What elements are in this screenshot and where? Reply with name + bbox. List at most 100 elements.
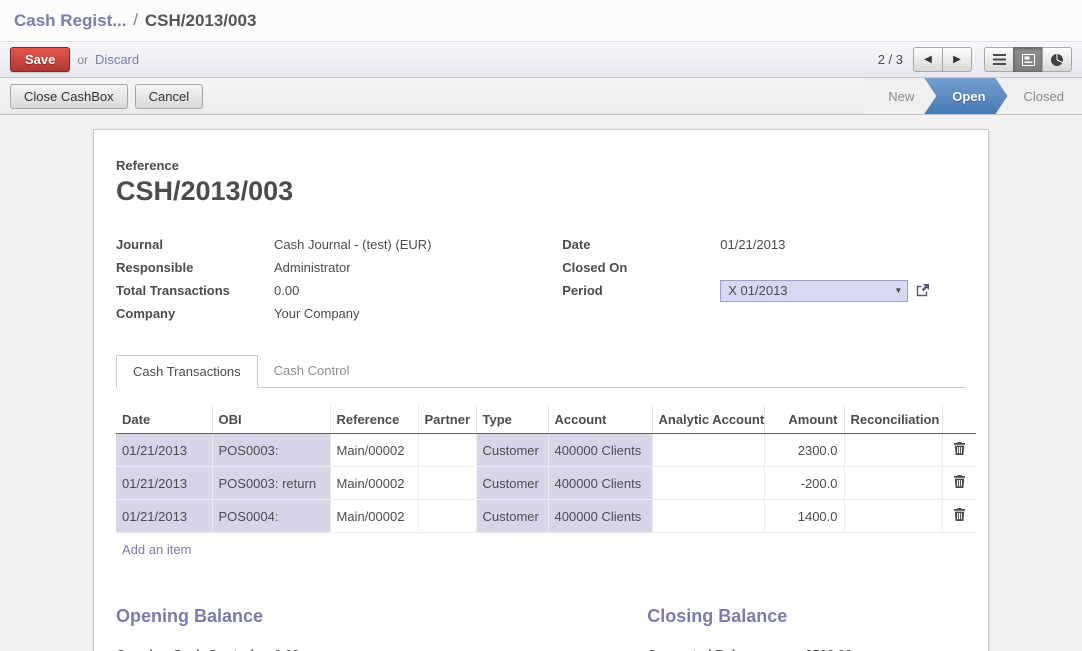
delete-row-button[interactable] xyxy=(954,475,965,491)
cell-obi: POS0003: return xyxy=(212,467,330,500)
journal-value: Cash Journal - (test) (EUR) xyxy=(274,237,431,252)
table-row[interactable]: 01/21/2013 POS0004: Main/00002 Customer … xyxy=(116,500,976,533)
status-step-label: New xyxy=(888,89,914,104)
cell-type: Customer xyxy=(476,434,548,467)
opening-cash-control-label: Opening Cash Control xyxy=(116,647,274,651)
pager-next-button[interactable]: ▶ xyxy=(942,47,972,72)
column-header-reference[interactable]: Reference xyxy=(330,406,418,434)
pager-buttons: ◀ ▶ xyxy=(913,47,972,72)
period-label: Period xyxy=(562,283,720,298)
period-select[interactable]: X 01/2013 ▼ xyxy=(720,280,908,302)
trash-icon xyxy=(954,442,965,455)
field-groups: Journal Cash Journal - (test) (EUR) Resp… xyxy=(116,233,966,325)
cell-reconciliation xyxy=(844,434,942,467)
graph-view-button[interactable] xyxy=(1042,47,1072,72)
breadcrumb-separator: / xyxy=(133,12,137,30)
status-step-label: Open xyxy=(952,89,985,104)
cell-reference: Main/00002 xyxy=(330,500,418,533)
field-company: Company Your Company xyxy=(116,302,562,325)
pie-chart-icon xyxy=(1050,53,1064,67)
responsible-link[interactable]: Administrator xyxy=(274,260,351,275)
breadcrumb-parent-link[interactable]: Cash Regist... xyxy=(14,11,126,31)
list-icon xyxy=(993,54,1006,65)
form-sheet: Reference CSH/2013/003 Journal Cash Jour… xyxy=(93,129,989,651)
list-view-button[interactable] xyxy=(984,47,1014,72)
balances-section: Opening Balance Opening Cash Control 0.0… xyxy=(116,606,966,651)
cell-account: 400000 Clients xyxy=(548,467,652,500)
close-cashbox-button[interactable]: Close CashBox xyxy=(10,84,128,109)
column-header-type[interactable]: Type xyxy=(476,406,548,434)
field-period: Period X 01/2013 ▼ xyxy=(562,279,966,302)
cell-reference: Main/00002 xyxy=(330,467,418,500)
cell-reconciliation xyxy=(844,500,942,533)
statusbar: New Open Closed xyxy=(860,78,1082,114)
cell-obi: POS0004: xyxy=(212,500,330,533)
column-header-amount[interactable]: Amount xyxy=(764,406,844,434)
table-row[interactable]: 01/21/2013 POS0003: Main/00002 Customer … xyxy=(116,434,976,467)
cell-reconciliation xyxy=(844,467,942,500)
page-title: CSH/2013/003 xyxy=(116,176,966,207)
field-journal: Journal Cash Journal - (test) (EUR) xyxy=(116,233,562,256)
status-step-label: Closed xyxy=(1024,89,1064,104)
column-header-account[interactable]: Account xyxy=(548,406,652,434)
breadcrumb-current: CSH/2013/003 xyxy=(145,11,257,31)
open-period-record-button[interactable] xyxy=(915,283,930,298)
discard-link[interactable]: Discard xyxy=(95,52,139,67)
tab-cash-transactions[interactable]: Cash Transactions xyxy=(116,355,258,388)
chevron-down-icon: ▼ xyxy=(894,286,902,295)
delete-row-button[interactable] xyxy=(954,508,965,524)
trash-icon xyxy=(954,475,965,488)
status-step-new[interactable]: New xyxy=(860,78,936,114)
column-header-obi[interactable]: OBI xyxy=(212,406,330,434)
trash-icon xyxy=(954,508,965,521)
field-closed-on: Closed On xyxy=(562,256,966,279)
view-switcher xyxy=(984,47,1072,72)
column-header-date[interactable]: Date xyxy=(116,406,212,434)
cell-analytic-account xyxy=(652,434,764,467)
column-header-partner[interactable]: Partner xyxy=(418,406,476,434)
cell-reference: Main/00002 xyxy=(330,434,418,467)
save-button[interactable]: Save xyxy=(10,47,70,72)
cell-amount: -200.0 xyxy=(764,467,844,500)
opening-cash-control-value: 0.00 xyxy=(274,647,299,651)
opening-balance-title: Opening Balance xyxy=(116,606,647,627)
closing-balance-group: Closing Balance Computed Balance 3500.00 xyxy=(647,606,966,651)
form-icon xyxy=(1022,54,1035,66)
field-group-left: Journal Cash Journal - (test) (EUR) Resp… xyxy=(116,233,562,325)
cell-amount: 1400.0 xyxy=(764,500,844,533)
date-value: 01/21/2013 xyxy=(720,237,785,252)
reference-label: Reference xyxy=(116,158,966,173)
add-an-item-link[interactable]: Add an item xyxy=(116,533,197,566)
field-opening-cash-control: Opening Cash Control 0.00 xyxy=(116,643,647,651)
cell-type: Customer xyxy=(476,467,548,500)
tab-cash-control[interactable]: Cash Control xyxy=(258,355,366,387)
total-transactions-label: Total Transactions xyxy=(116,283,274,298)
period-value: X 01/2013 xyxy=(728,283,787,298)
toolbar: Save or Discard 2 / 3 ◀ ▶ xyxy=(0,41,1082,78)
column-header-reconciliation[interactable]: Reconciliation xyxy=(844,406,942,434)
cell-date: 01/21/2013 xyxy=(116,467,212,500)
closing-balance-title: Closing Balance xyxy=(647,606,966,627)
status-step-closed[interactable]: Closed xyxy=(996,78,1082,114)
column-header-analytic-account[interactable]: Analytic Account xyxy=(652,406,764,434)
cell-account: 400000 Clients xyxy=(548,500,652,533)
breadcrumb: Cash Regist... / CSH/2013/003 xyxy=(0,0,1082,41)
pager-counter: 2 / 3 xyxy=(878,52,903,67)
action-bar: Close CashBox Cancel New Open Closed xyxy=(0,78,1082,115)
responsible-label: Responsible xyxy=(116,260,274,275)
pager-previous-button[interactable]: ◀ xyxy=(913,47,943,72)
cancel-button[interactable]: Cancel xyxy=(135,84,203,109)
journal-label: Journal xyxy=(116,237,274,252)
delete-row-button[interactable] xyxy=(954,442,965,458)
total-transactions-value: 0.00 xyxy=(274,283,299,298)
toolbar-right: 2 / 3 ◀ ▶ xyxy=(878,47,1072,72)
field-date: Date 01/21/2013 xyxy=(562,233,966,256)
opening-balance-group: Opening Balance Opening Cash Control 0.0… xyxy=(116,606,647,651)
table-row[interactable]: 01/21/2013 POS0003: return Main/00002 Cu… xyxy=(116,467,976,500)
form-view-button[interactable] xyxy=(1013,47,1043,72)
status-step-open[interactable]: Open xyxy=(924,78,1007,114)
cell-date: 01/21/2013 xyxy=(116,434,212,467)
notebook-tabs: Cash Transactions Cash Control xyxy=(116,355,966,388)
field-total-transactions: Total Transactions 0.00 xyxy=(116,279,562,302)
cell-date: 01/21/2013 xyxy=(116,500,212,533)
